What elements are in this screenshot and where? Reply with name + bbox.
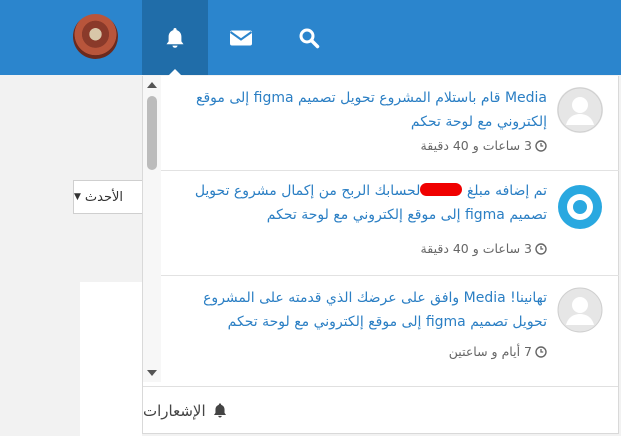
notification-prefix: تم إضافه مبلغ — [462, 183, 547, 199]
notification-time: 3 ساعات و 40 دقيقة — [421, 241, 547, 256]
envelope-icon — [229, 30, 253, 45]
notification-time: 3 ساعات و 40 دقيقة — [421, 138, 547, 153]
notification-text: تهانينا! Media وافق على عرضك الذي قدمته … — [187, 286, 547, 334]
notification-item[interactable]: Media قام باستلام المشروع تحويل تصميم fi… — [161, 76, 619, 170]
notification-item[interactable]: تهانينا! Media وافق على عرضك الذي قدمته … — [161, 276, 619, 382]
actor-link[interactable]: Media — [464, 290, 506, 306]
redacted-amount — [420, 183, 463, 196]
clock-icon — [535, 345, 547, 358]
actor-link[interactable]: Media — [505, 90, 547, 106]
sort-select[interactable]: الأحدث ▼ — [73, 180, 143, 214]
scroll-up-arrow-icon[interactable] — [147, 82, 157, 88]
time-text: 3 ساعات و 40 دقيقة — [420, 241, 532, 256]
notification-item[interactable]: تم إضافه مبلغ لحسابك الربح من إكمال مشرو… — [161, 171, 619, 275]
time-text: 7 أيام و ساعتين — [448, 344, 532, 359]
keyword: figma — [425, 314, 466, 330]
scrollbar[interactable] — [143, 76, 161, 382]
scroll-down-arrow-icon[interactable] — [147, 370, 157, 376]
time-text: 3 ساعات و 40 دقيقة — [420, 138, 532, 153]
clock-icon — [535, 242, 547, 255]
keyword: figma — [253, 90, 294, 106]
bell-icon — [166, 27, 184, 48]
notification-message: قام باستلام المشروع تحويل تصميم — [293, 90, 505, 106]
sort-select-label: الأحدث — [84, 189, 124, 205]
search-icon — [299, 28, 320, 48]
caret-down-icon: ▼ — [74, 192, 81, 202]
notifications-footer[interactable]: الإشعارات — [143, 386, 618, 434]
footer-label: الإشعارات — [143, 401, 206, 420]
notification-time: 7 أيام و ساعتين — [449, 344, 547, 359]
bell-icon — [213, 403, 226, 418]
notifications-button[interactable] — [142, 0, 208, 75]
keyword: figma — [464, 207, 505, 223]
notification-prefix: تهانينا! — [505, 290, 547, 306]
user-avatar-placeholder-icon — [557, 87, 603, 133]
dropdown-pointer — [168, 69, 182, 76]
clock-icon — [535, 139, 547, 152]
messages-button[interactable] — [208, 0, 274, 75]
notification-message-end: إلى موقع إلكتروني مع لوحة تحكم — [227, 314, 426, 330]
notifications-dropdown: Media قام باستلام المشروع تحويل تصميم fi… — [142, 76, 619, 434]
notification-text: تم إضافه مبلغ لحسابك الربح من إكمال مشرو… — [187, 179, 547, 227]
site-logo-icon — [557, 184, 603, 230]
notification-text: Media قام باستلام المشروع تحويل تصميم fi… — [187, 86, 547, 134]
user-avatar[interactable] — [73, 14, 118, 59]
content-panel — [80, 282, 142, 436]
user-avatar-placeholder-icon — [557, 287, 603, 333]
top-navbar — [0, 0, 621, 76]
scrollbar-thumb[interactable] — [147, 96, 157, 170]
notification-message-end: إلى موقع إلكتروني مع لوحة تحكم — [266, 207, 465, 223]
search-button[interactable] — [276, 0, 342, 75]
